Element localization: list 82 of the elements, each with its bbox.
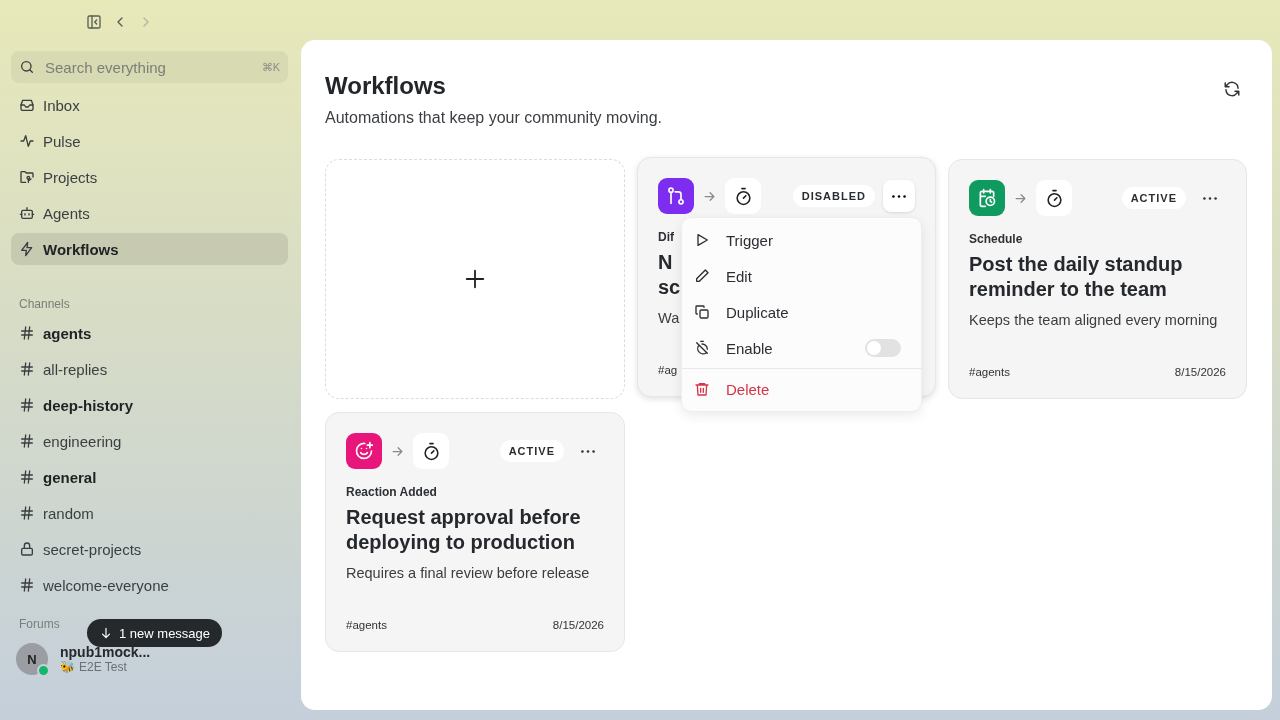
shortcut-hint: ⌘K (261, 60, 280, 74)
hash-icon (19, 397, 35, 413)
stopwatch-icon (421, 441, 441, 461)
search-icon (19, 59, 35, 75)
stopwatch-icon (1044, 188, 1064, 208)
channel-item[interactable]: welcome-everyone (11, 569, 288, 601)
channel-tag: #ag (658, 364, 678, 376)
robot-icon (19, 205, 35, 221)
section-heading: Forums (18, 617, 61, 631)
more-icon (581, 449, 595, 453)
timer-off-icon (694, 340, 710, 356)
status-badge: ACTIVE (499, 440, 564, 462)
smiley-plus-icon (354, 441, 374, 461)
status-badge: ACTIVE (1121, 187, 1186, 209)
workflow-title: Post the daily standup reminder to the team (969, 252, 1183, 302)
channel-item[interactable]: agents (11, 317, 288, 349)
plus-icon (464, 268, 486, 290)
section-heading: Channels (18, 297, 71, 311)
channel-tag: #agents (346, 619, 387, 631)
more-icon (892, 194, 906, 198)
avatar[interactable]: N (16, 643, 48, 675)
menu-item[interactable]: Enable (682, 330, 921, 366)
refresh-icon[interactable] (1223, 80, 1241, 98)
toggle-switch[interactable] (865, 339, 901, 357)
more-icon (1203, 196, 1217, 200)
page-title: Workflows (325, 72, 447, 100)
search-input[interactable]: Search everything (43, 57, 254, 77)
trigger-label: Reaction Added (346, 485, 437, 499)
channel-item[interactable]: random (11, 497, 288, 529)
channel-item[interactable]: secret-projects (11, 533, 288, 565)
channel-tag: #agents (969, 366, 1010, 378)
arrow-down-icon (99, 626, 113, 640)
nav-item[interactable]: Workflows (11, 233, 288, 265)
status-emoji: 🐝 (60, 660, 75, 674)
trigger-label: Schedule (969, 232, 1023, 246)
pencil-icon (694, 268, 710, 284)
channel-item[interactable]: deep-history (11, 389, 288, 421)
workflow-title: Request approval before deploying to production (346, 505, 581, 555)
user-status: E2E Test (79, 660, 127, 674)
workflow-description: Keeps the team aligned every morning (969, 312, 1218, 328)
hash-icon (19, 505, 35, 521)
date: 8/15/2026 (1174, 366, 1226, 378)
copy-icon (694, 304, 710, 320)
hash-icon (19, 325, 35, 341)
menu-item[interactable]: Trigger (682, 222, 921, 258)
channel-item[interactable]: all-replies (11, 353, 288, 385)
menu-item[interactable]: Edit (682, 258, 921, 294)
date: 8/15/2026 (552, 619, 604, 631)
lightning-icon (19, 241, 35, 257)
nav-item[interactable]: Pulse (11, 125, 288, 157)
hash-icon (19, 577, 35, 593)
status-badge: DISABLED (792, 185, 875, 207)
channel-item[interactable]: general (11, 461, 288, 493)
more-button[interactable] (883, 180, 915, 212)
calendar-clock-icon (977, 188, 997, 208)
inbox-icon (19, 97, 35, 113)
menu-item[interactable]: Duplicate (682, 294, 921, 330)
workflow-description: Requires a final review before release (346, 565, 590, 581)
workflow-description: Wa (658, 310, 680, 326)
nav-item[interactable]: Inbox (11, 89, 288, 121)
channel-item[interactable]: engineering (11, 425, 288, 457)
branch-icon (666, 186, 686, 206)
lock-icon (19, 541, 35, 557)
workflow-card[interactable]: ACTIVE Schedule Post the daily standup reminder to the team Keeps the team aligned every morning #agents 8/15/2026 (948, 159, 1247, 399)
hash-icon (19, 469, 35, 485)
nav-item[interactable]: Projects (11, 161, 288, 193)
new-message-button[interactable]: 1 new message (87, 619, 223, 647)
play-icon (694, 232, 710, 248)
new-workflow-card[interactable] (325, 159, 625, 399)
stopwatch-icon (733, 186, 753, 206)
folder-icon (19, 169, 35, 185)
pulse-icon (19, 133, 35, 149)
workflow-title: N sc (658, 250, 681, 300)
trigger-label: Dif (658, 230, 674, 244)
page-subtitle: Automations that keep your community moving. (325, 109, 663, 127)
hash-icon (19, 361, 35, 377)
trash-icon (694, 381, 710, 397)
workflow-card[interactable]: ACTIVE Reaction Added Request approval before deploying to production Requires a final review before release #agents 8/15/2026 (325, 412, 625, 652)
user-name: npub1mock... (60, 644, 151, 660)
sidebar-toggle-icon[interactable] (86, 13, 102, 30)
nav-item[interactable]: Agents (11, 197, 288, 229)
hash-icon (19, 433, 35, 449)
